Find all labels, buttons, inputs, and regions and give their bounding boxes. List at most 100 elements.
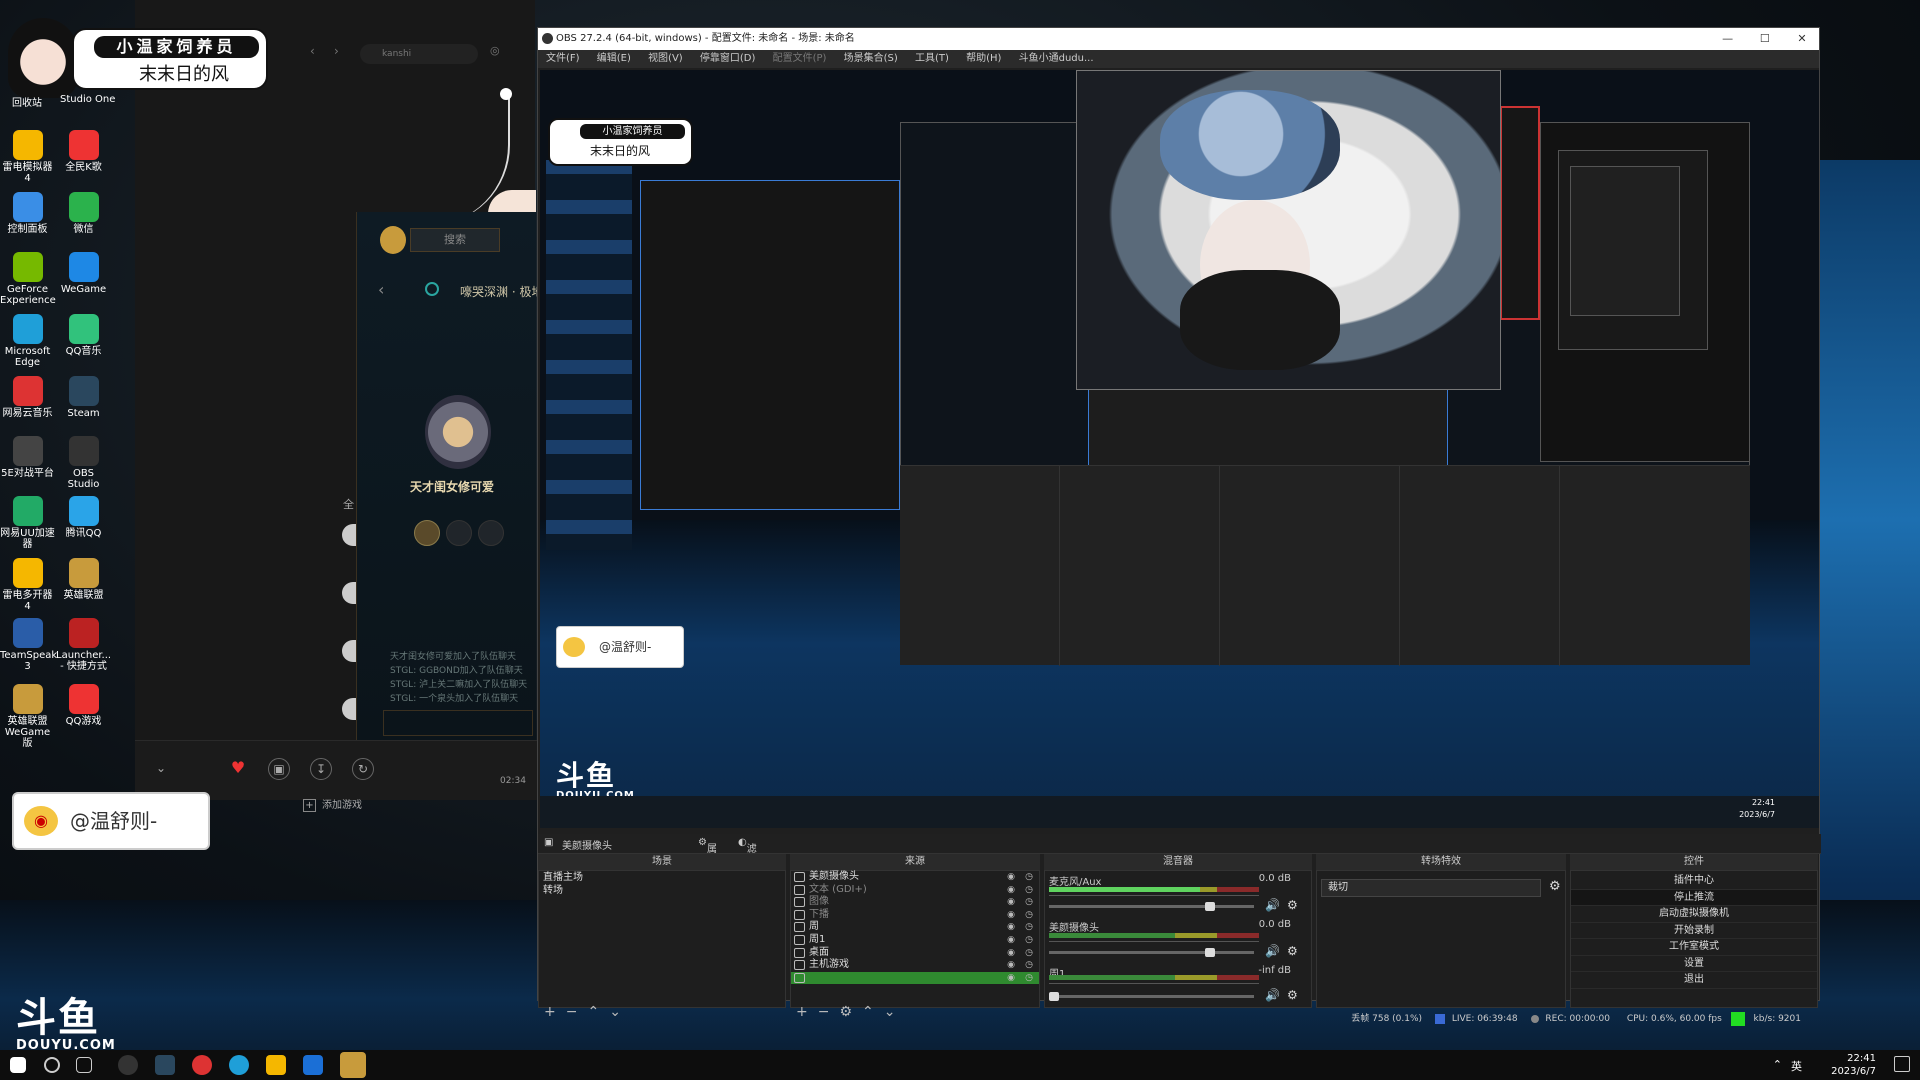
desktop-icon[interactable]: 网易云音乐 [0, 376, 55, 419]
speaker-icon[interactable]: 🔊 [1265, 944, 1280, 958]
source-item[interactable]: 文本 (GDI+) ◉ ◷ [791, 884, 1039, 897]
search-icon[interactable] [44, 1057, 60, 1073]
menu-docks[interactable]: 停靠窗口(D) [700, 53, 756, 64]
gear-icon[interactable]: ⚙ [1287, 944, 1298, 958]
volume-slider-knob[interactable] [1205, 902, 1215, 911]
tray-chevron-icon[interactable]: ⌃ [1773, 1058, 1782, 1071]
scene-item[interactable]: 直播主场 [539, 871, 785, 884]
chat-input[interactable] [383, 710, 533, 736]
menu-profile[interactable]: 配置文件(P) [773, 53, 827, 64]
lol-back-arrow-icon[interactable]: ‹ [378, 280, 384, 299]
lock-icon[interactable]: ◷ [1025, 884, 1033, 897]
source-item[interactable]: 图像 ◉ ◷ [791, 896, 1039, 909]
settings-button[interactable]: 设置 [1571, 956, 1817, 972]
filters-button[interactable]: ◐ 滤镜 [738, 837, 757, 870]
heart-icon[interactable]: ♥ [227, 758, 249, 780]
desktop-icon[interactable]: GeForce Experience [0, 252, 56, 306]
stop-streaming-button[interactable]: 停止推流 [1571, 889, 1817, 906]
netease-music-taskbar-icon[interactable] [192, 1055, 212, 1075]
speaker-icon[interactable]: 🔊 [1265, 898, 1280, 912]
desktop-icon[interactable]: 英雄联盟WeGame版 [0, 684, 55, 749]
explorer-taskbar-icon[interactable] [266, 1055, 286, 1075]
transition-select[interactable]: 裁切 [1321, 879, 1541, 897]
app-taskbar-icon[interactable] [303, 1055, 323, 1075]
source-item-selected[interactable]: ◉ ◷ [791, 971, 1039, 985]
lock-icon[interactable]: ◷ [1025, 934, 1033, 947]
desktop-icon[interactable]: OBS Studio [56, 436, 111, 490]
eye-icon[interactable]: ◉ [1007, 972, 1015, 985]
source-item[interactable]: 美颜摄像头 ◉ ◷ [791, 871, 1039, 884]
source-item[interactable]: 周1 ◉ ◷ [791, 934, 1039, 947]
minimize-icon[interactable]: — [1711, 28, 1745, 50]
desktop-icon[interactable]: Microsoft Edge [0, 314, 55, 368]
volume-slider[interactable] [1049, 992, 1254, 1001]
gear-icon[interactable]: ⚙ [1549, 879, 1561, 894]
lock-icon[interactable]: ◷ [1025, 921, 1033, 934]
scene-item[interactable]: 转场 [539, 884, 785, 897]
menu-douyu-plugin[interactable]: 斗鱼小通dudu... [1019, 53, 1094, 64]
menu-view[interactable]: 视图(V) [648, 53, 683, 64]
microphone-icon[interactable]: ◎ [490, 44, 500, 57]
volume-slider[interactable] [1049, 948, 1254, 957]
party-slot-empty[interactable] [478, 520, 504, 546]
lock-icon[interactable]: ◷ [1025, 959, 1033, 972]
gear-icon[interactable]: ⚙ [1287, 988, 1298, 1002]
volume-slider-knob[interactable] [1205, 948, 1215, 957]
volume-slider-knob[interactable] [1049, 992, 1059, 1001]
desktop-icon[interactable]: 控制面板 [0, 192, 55, 235]
forward-arrow-icon[interactable]: › [334, 44, 339, 58]
desktop-icon[interactable]: 网易UU加速器 [0, 496, 55, 550]
gear-icon[interactable]: ⚙ [1287, 898, 1298, 912]
eye-icon[interactable]: ◉ [1007, 871, 1015, 884]
eye-icon[interactable]: ◉ [1007, 909, 1015, 922]
desktop-icon[interactable]: 雷电模拟器4 [0, 130, 55, 184]
source-item[interactable]: 下播 ◉ ◷ [791, 909, 1039, 922]
share-icon[interactable]: ↻ [352, 758, 374, 780]
notification-icon[interactable] [1894, 1056, 1910, 1072]
edge-taskbar-icon[interactable] [229, 1055, 249, 1075]
start-icon[interactable] [10, 1057, 26, 1073]
back-arrow-icon[interactable]: ‹ [310, 44, 315, 58]
add-game-button[interactable]: + 添加游戏 [303, 796, 362, 812]
desktop-icon[interactable]: 雷电多开器4 [0, 558, 55, 612]
start-virtual-camera-button[interactable]: 启动虚拟摄像机 [1571, 906, 1817, 923]
lock-icon[interactable]: ◷ [1025, 896, 1033, 909]
maximize-icon[interactable]: ☐ [1748, 28, 1782, 50]
task-view-icon[interactable] [76, 1057, 92, 1073]
menu-file[interactable]: 文件(F) [546, 53, 580, 64]
plugin-center-button[interactable]: 插件中心 [1571, 873, 1817, 890]
desktop-icon[interactable]: 英雄联盟 [56, 558, 111, 601]
recycle-bin-label[interactable]: 回收站 [12, 94, 42, 109]
desktop-icon[interactable]: Launcher... - 快捷方式 [56, 618, 111, 672]
obs-taskbar-icon[interactable] [118, 1055, 138, 1075]
client-search-input[interactable]: kanshi [360, 44, 478, 64]
desktop-icon[interactable]: TeamSpeak 3 [0, 618, 57, 672]
volume-slider[interactable] [1049, 902, 1254, 911]
desktop-icon[interactable]: 全民K歌 [56, 130, 111, 173]
menu-edit[interactable]: 编辑(E) [597, 53, 631, 64]
desktop-icon[interactable]: QQ音乐 [56, 314, 111, 357]
source-item[interactable]: 主机游戏 ◉ ◷ [791, 959, 1039, 972]
eye-icon[interactable]: ◉ [1007, 896, 1015, 909]
menu-help[interactable]: 帮助(H) [966, 53, 1001, 64]
lol-search-input[interactable]: 搜索 [410, 228, 500, 252]
box-icon[interactable]: ▣ [268, 758, 290, 780]
lock-icon[interactable]: ◷ [1025, 947, 1033, 960]
close-icon[interactable]: ✕ [1785, 28, 1819, 50]
eye-icon[interactable]: ◉ [1007, 947, 1015, 960]
desktop-icon[interactable]: Steam [56, 376, 111, 419]
lock-icon[interactable]: ◷ [1025, 909, 1033, 922]
source-item[interactable]: 桌面 ◉ ◷ [791, 947, 1039, 960]
lock-icon[interactable]: ◷ [1025, 871, 1033, 884]
steam-taskbar-icon[interactable] [155, 1055, 175, 1075]
studio-mode-button[interactable]: 工作室模式 [1571, 939, 1817, 956]
desktop-icon[interactable]: WeGame [56, 252, 111, 295]
source-item[interactable]: 周 ◉ ◷ [791, 921, 1039, 934]
eye-icon[interactable]: ◉ [1007, 934, 1015, 947]
lol-taskbar-icon[interactable] [340, 1052, 366, 1078]
desktop-icon[interactable]: 腾讯QQ [56, 496, 111, 539]
download-icon[interactable]: ↧ [310, 758, 332, 780]
party-slot-empty[interactable] [446, 520, 472, 546]
desktop-icon[interactable]: QQ游戏 [56, 684, 111, 727]
obs-title-bar[interactable]: OBS 27.2.4 (64-bit, windows) - 配置文件: 未命名… [538, 28, 1819, 50]
